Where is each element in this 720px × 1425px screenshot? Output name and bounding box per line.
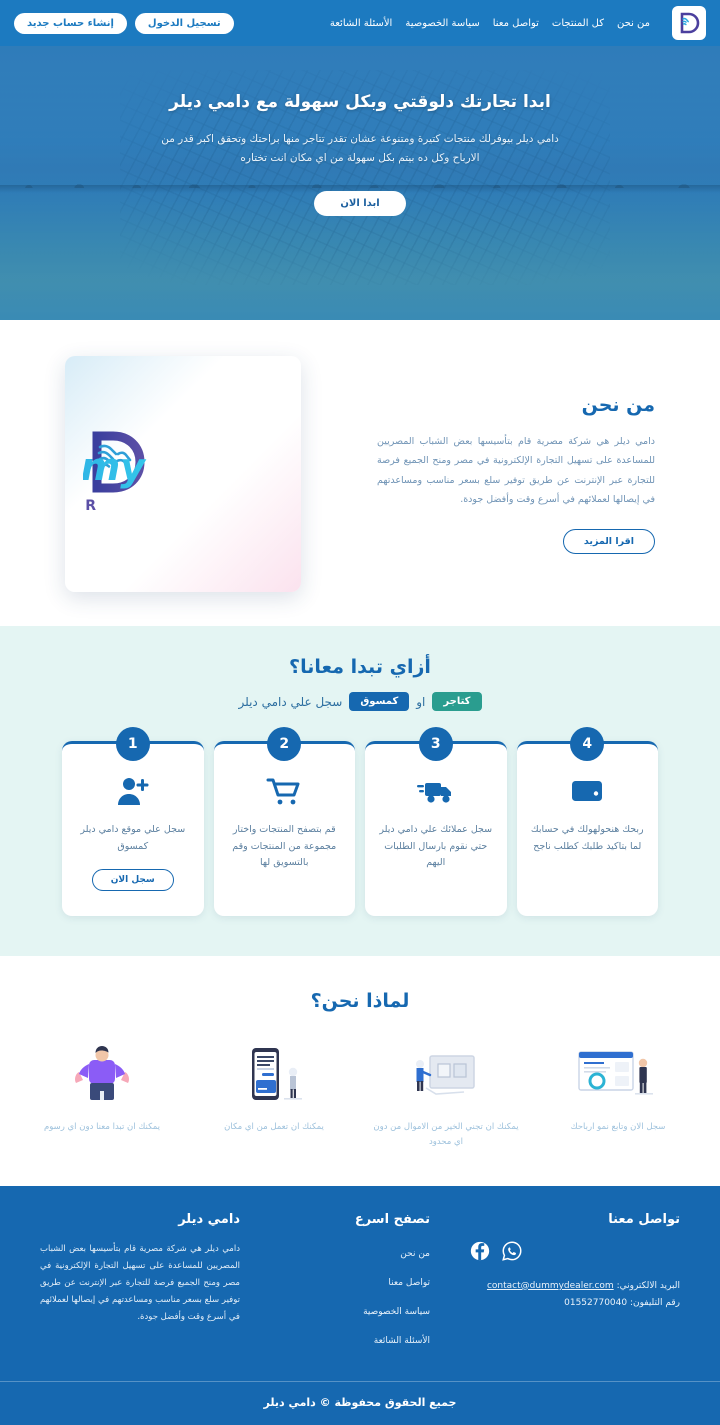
why-us-grid: يمكنك ان تبدا معنا دون اي رسوم يمكنك ان …	[0, 1042, 720, 1150]
step-number-badge: 1	[115, 727, 150, 761]
steps-subtitle-text: سجل علي دامي ديلر	[238, 694, 343, 709]
step-card-1: 1 سجل علي موقع دامي ديلر كمسوق سجل الان	[62, 727, 204, 916]
step-text: سجل علي موقع دامي ديلر كمسوق	[80, 824, 186, 852]
footer-email-value[interactable]: contact@dummydealer.com	[487, 1281, 614, 1291]
main-navbar: من نحن كل المنتجات تواصل معنا سياسة الخص…	[0, 0, 720, 46]
why-caption: يمكنك ان تبدا معنا دون اي رسوم	[43, 1122, 161, 1132]
read-more-button[interactable]: اقرا المزيد	[562, 529, 655, 555]
wallet-icon	[529, 774, 647, 808]
nav-link-privacy-policy[interactable]: سياسة الخصوصية	[405, 18, 479, 29]
footer-link-about[interactable]: من نحن	[400, 1249, 430, 1259]
footer-links-title: تصفح اسرع	[354, 1211, 430, 1227]
dashboard-analytics-illustration	[543, 1042, 693, 1104]
footer-about-text: دامي ديلر هي شركة مصرية قام بتأسيسها بعض…	[40, 1243, 240, 1322]
svg-text:ummy: ummy	[83, 445, 147, 489]
footer-columns: دامي ديلر دامي ديلر هي شركة مصرية قام بت…	[40, 1212, 680, 1357]
footer-phone-value: 01552770040	[564, 1297, 628, 1308]
why-us-title: لماذا نحن؟	[310, 990, 410, 1012]
list-item: تواصل معنا	[280, 1270, 430, 1289]
nav-links: من نحن كل المنتجات تواصل معنا سياسة الخص…	[330, 18, 650, 29]
step-number-badge: 2	[267, 727, 302, 761]
why-item-4: سجل الان وتابع نمو ارباحك	[543, 1042, 693, 1150]
step-number-badge: 4	[570, 727, 605, 761]
step-card-4: 4 ربحك هنحولهولك في حسابك لما بتاكيد طلب…	[516, 727, 658, 916]
step-number-badge: 3	[418, 727, 453, 761]
footer-link-privacy[interactable]: سياسة الخصوصية	[363, 1307, 430, 1317]
steps-subtitle: كتاجر او كمسوق سجل علي دامي ديلر	[0, 692, 720, 711]
hero-title: ابدا تجارتك دلوقتي وبكل سهولة مع دامي دي…	[169, 92, 551, 112]
step-register-now-button[interactable]: سجل الان	[91, 869, 174, 892]
footer-phone-label: رقم التليفون:	[630, 1297, 680, 1308]
why-caption: يمكنك ان تجني الخير من الاموال من دون اي…	[373, 1122, 519, 1147]
footer-links-column: تصفح اسرع من نحن تواصل معنا سياسة الخصوص…	[280, 1212, 430, 1357]
footer-contact-title: تواصل معنا	[608, 1211, 680, 1227]
footer-link-faq[interactable]: الأسئلة الشائعة	[374, 1336, 430, 1346]
about-logo-card: ummy DEALER	[65, 356, 301, 592]
person-open-arms-illustration	[27, 1042, 177, 1104]
steps-title: أزاي تبدا معانا؟	[289, 656, 431, 678]
chip-marketer[interactable]: كمسوق	[349, 692, 410, 711]
shopping-cart-icon	[226, 774, 344, 808]
why-caption: سجل الان وتابع نمو ارباحك	[570, 1122, 666, 1132]
steps-section: أزاي تبدا معانا؟ كتاجر او كمسوق سجل علي …	[0, 626, 720, 956]
nav-auth-buttons: تسجيل الدخول إنشاء حساب جديد	[14, 12, 234, 34]
mobile-phone-illustration	[199, 1042, 349, 1104]
footer-copyright: جميع الحقوق محفوظة © دامي ديلر	[0, 1380, 720, 1425]
footer-email-line: البريد الالكتروني: contact@dummydealer.c…	[470, 1281, 680, 1291]
about-title: من نحن	[581, 393, 655, 416]
step-text: ربحك هنحولهولك في حسابك لما بتاكيد طلبك …	[530, 824, 644, 852]
whatsapp-icon[interactable]	[502, 1241, 522, 1265]
nav-link-faq[interactable]: الأسئلة الشائعة	[330, 18, 393, 29]
delivery-truck-icon	[377, 774, 495, 808]
hero-subtitle: دامي ديلر بيوفرلك منتجات كتيرة ومتنوعة ع…	[161, 133, 559, 165]
whiteboard-presentation-illustration	[371, 1042, 521, 1104]
list-item: سياسة الخصوصية	[280, 1299, 430, 1318]
hero-section: من نحن كل المنتجات تواصل معنا سياسة الخص…	[0, 0, 720, 320]
footer-email-label: البريد الالكتروني:	[616, 1280, 680, 1291]
footer-social-links	[470, 1241, 680, 1265]
chip-merchant[interactable]: كتاجر	[432, 692, 482, 711]
why-item-1: يمكنك ان تبدا معنا دون اي رسوم	[27, 1042, 177, 1150]
list-item: من نحن	[280, 1241, 430, 1260]
dummy-dealer-logo-illustration: ummy DEALER	[83, 431, 147, 514]
nav-link-all-products[interactable]: كل المنتجات	[552, 18, 604, 29]
footer-about-column: دامي ديلر دامي ديلر هي شركة مصرية قام بت…	[40, 1212, 240, 1357]
footer-link-list: من نحن تواصل معنا سياسة الخصوصية الأسئلة…	[280, 1241, 430, 1347]
nav-link-contact[interactable]: تواصل معنا	[493, 18, 539, 29]
login-button[interactable]: تسجيل الدخول	[134, 12, 234, 34]
site-footer: دامي ديلر دامي ديلر هي شركة مصرية قام بت…	[0, 1185, 720, 1425]
person-add-icon	[74, 774, 192, 808]
why-item-3: يمكنك ان تجني الخير من الاموال من دون اي…	[371, 1042, 521, 1150]
footer-phone-line: رقم التليفون: 01552770040	[470, 1298, 680, 1308]
why-caption: يمكنك ان تعمل من اي مكان	[224, 1122, 324, 1132]
why-item-2: يمكنك ان تعمل من اي مكان	[199, 1042, 349, 1150]
footer-link-contact[interactable]: تواصل معنا	[388, 1278, 430, 1288]
about-text-block: من نحن دامي ديلر هي شركة مصرية قام بتأسي…	[377, 394, 655, 555]
why-us-section: لماذا نحن؟ يمكنك ان تبدا معنا دون اي رسو…	[0, 956, 720, 1186]
about-paragraph: دامي ديلر هي شركة مصرية قام بتأسيسها بعض…	[377, 435, 655, 505]
footer-contact-column: تواصل معنا البريد الالكتروني: contact@du…	[470, 1212, 680, 1357]
hero-start-now-button[interactable]: ابدا الان	[314, 190, 406, 216]
svg-text:DEALER: DEALER	[83, 498, 107, 514]
list-item: الأسئلة الشائعة	[280, 1328, 430, 1347]
about-section: ummy DEALER من نحن دامي ديلر هي شركة مصر…	[0, 320, 720, 626]
signup-button[interactable]: إنشاء حساب جديد	[14, 12, 127, 34]
nav-link-about[interactable]: من نحن	[617, 18, 650, 29]
facebook-icon[interactable]	[470, 1241, 490, 1265]
step-text: قم بتصفح المنتجات واختار مجموعة من المنت…	[232, 824, 337, 869]
footer-about-title: دامي ديلر	[178, 1211, 240, 1227]
dummy-dealer-logo-icon[interactable]	[672, 6, 706, 40]
or-label: او	[416, 694, 426, 709]
step-card-2: 2 قم بتصفح المنتجات واختار مجموعة من الم…	[213, 727, 355, 916]
step-card-3: 3 سجل عملائك علي دامي ديلر حتي نقوم بارس…	[365, 727, 507, 916]
step-text: سجل عملائك علي دامي ديلر حتي نقوم بارسال…	[379, 824, 493, 869]
steps-grid: 1 سجل علي موقع دامي ديلر كمسوق سجل الان …	[62, 727, 658, 916]
